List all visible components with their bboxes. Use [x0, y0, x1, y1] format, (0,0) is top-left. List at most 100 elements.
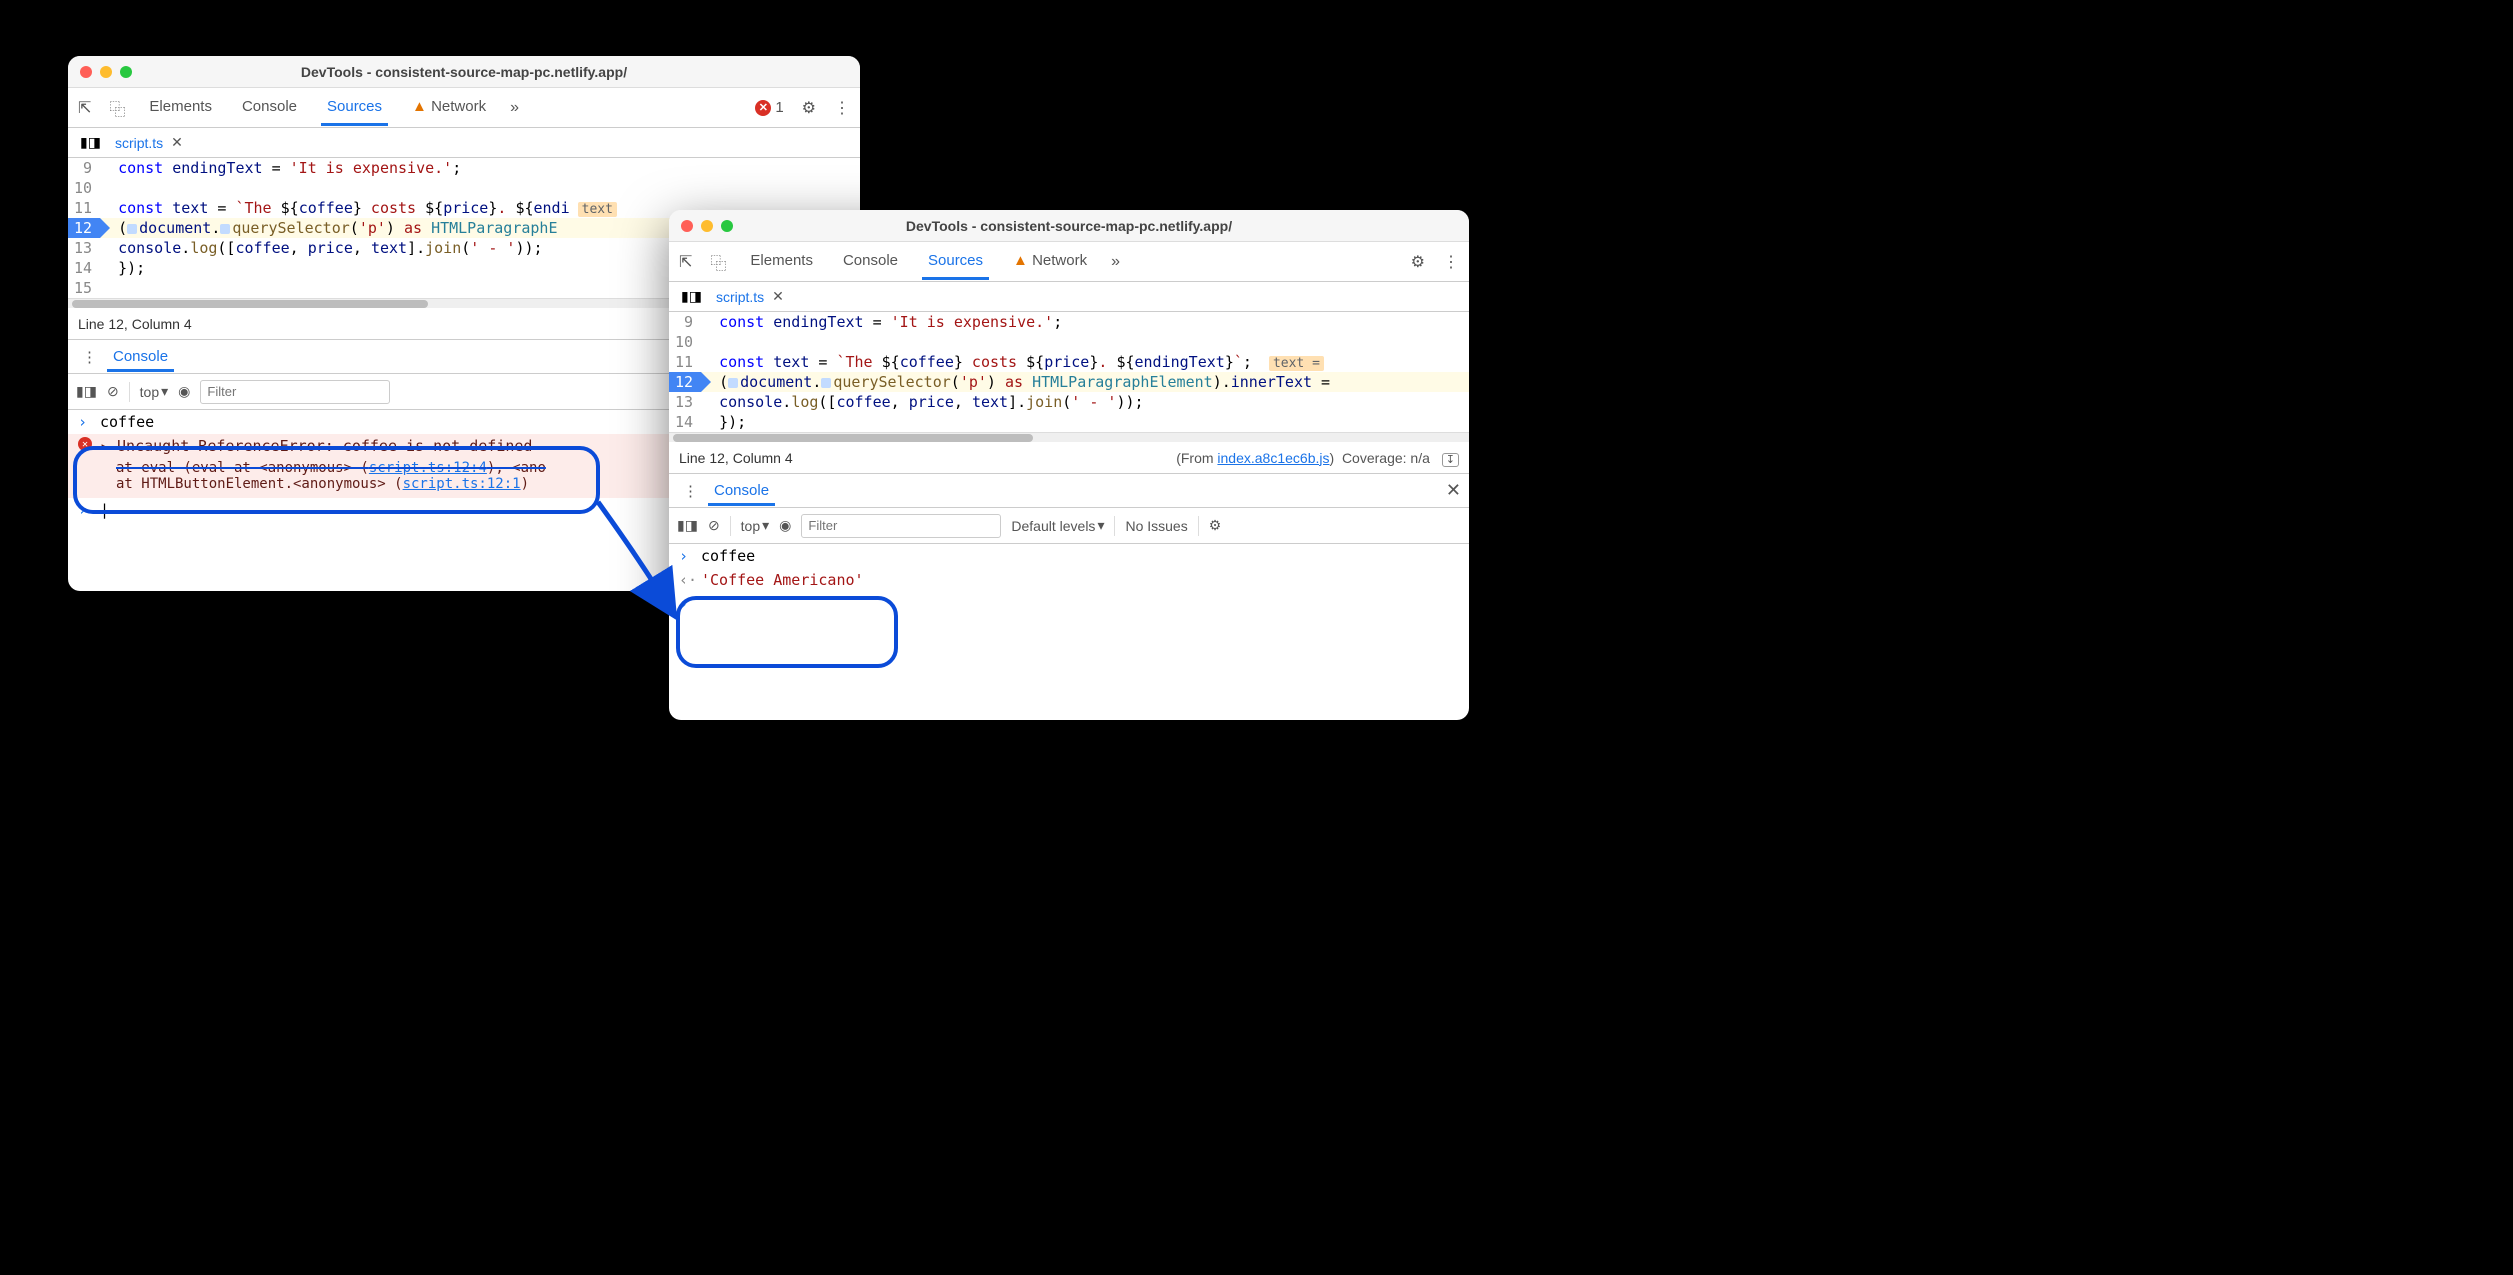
console-input-line[interactable]: › coffee	[669, 544, 1469, 568]
log-levels-selector[interactable]: Default levels ▾	[1011, 517, 1104, 534]
close-drawer-icon[interactable]: ✕	[1446, 480, 1461, 501]
window-title: DevTools - consistent-source-map-pc.netl…	[68, 64, 860, 80]
sourcemap-icon[interactable]: ↧	[1442, 453, 1459, 467]
warning-icon: ▲	[1013, 252, 1028, 269]
file-tab-bar: ▮◨ script.ts ✕	[669, 282, 1469, 312]
sidebar-toggle-icon[interactable]: ▮◨	[677, 517, 698, 534]
device-toggle-icon[interactable]: ⿻	[710, 250, 726, 274]
kebab-menu-icon[interactable]: ⋮	[1443, 252, 1459, 272]
close-tab-icon[interactable]: ✕	[171, 134, 183, 151]
inspect-icon[interactable]: ⇱	[679, 252, 692, 272]
settings-icon[interactable]: ⚙	[802, 98, 816, 118]
tab-elements[interactable]: Elements	[143, 90, 218, 126]
device-toggle-icon[interactable]: ⿻	[109, 96, 125, 120]
editor-status-bar: Line 12, Column 4 (From index.a8c1ec6b.j…	[669, 442, 1469, 474]
tab-sources[interactable]: Sources	[922, 244, 989, 280]
live-expression-icon[interactable]: ◉	[779, 517, 791, 534]
devtools-toolbar: ⇱ ⿻ Elements Console Sources ▲ Network »…	[669, 242, 1469, 282]
scrollbar-thumb[interactable]	[72, 300, 428, 308]
expand-icon[interactable]: ▸	[100, 437, 109, 455]
console-output-line: ‹· 'Coffee Americano'	[669, 568, 1469, 592]
prompt-icon: ›	[679, 595, 693, 613]
sidebar-toggle-icon[interactable]: ▮◨	[76, 383, 97, 400]
property-marker-icon	[220, 224, 230, 234]
line-gutter: 9 10 11 12 13 14 15	[68, 158, 100, 298]
titlebar[interactable]: DevTools - consistent-source-map-pc.netl…	[68, 56, 860, 88]
line-number: 10	[74, 178, 92, 198]
file-tab-label: script.ts	[716, 289, 764, 305]
navigator-toggle-icon[interactable]: ▮◨	[675, 288, 708, 305]
settings-icon[interactable]: ⚙	[1411, 252, 1425, 272]
console-input-text: coffee	[701, 547, 755, 565]
file-tab-script[interactable]: script.ts ✕	[708, 284, 792, 309]
sourcemap-origin: (From index.a8c1ec6b.js) Coverage: n/a ↧	[1176, 450, 1459, 466]
line-number: 9	[675, 312, 693, 332]
scrollbar-thumb[interactable]	[673, 434, 1033, 442]
titlebar[interactable]: DevTools - consistent-source-map-pc.netl…	[669, 210, 1469, 242]
coverage-status: Coverage: n/a	[1342, 450, 1430, 466]
context-selector[interactable]: top ▾	[741, 517, 770, 534]
console-input-text: coffee	[100, 413, 154, 431]
tab-console[interactable]: Console	[236, 90, 303, 126]
line-number: 11	[675, 352, 693, 372]
drawer-tab-console[interactable]: Console	[708, 476, 775, 506]
drawer-menu-icon[interactable]: ⋮	[76, 348, 103, 366]
console-prompt[interactable]: ›	[669, 592, 1469, 616]
code-line: const endingText = 'It is expensive.';	[100, 158, 860, 178]
code-line: const endingText = 'It is expensive.';	[701, 312, 1469, 332]
clear-console-icon[interactable]: ⊘	[708, 517, 720, 534]
devtools-window-after: DevTools - consistent-source-map-pc.netl…	[669, 210, 1469, 720]
tab-network[interactable]: ▲ Network	[406, 90, 492, 126]
inline-value-overlay: text	[578, 202, 617, 217]
context-selector[interactable]: top ▾	[140, 383, 169, 400]
sourcemap-link[interactable]: index.a8c1ec6b.js	[1217, 450, 1329, 466]
error-badge[interactable]: ✕ 1	[755, 99, 783, 116]
cursor-position: Line 12, Column 4	[78, 316, 192, 332]
property-marker-icon	[127, 224, 137, 234]
tab-network[interactable]: ▲ Network	[1007, 244, 1093, 280]
line-number: 11	[74, 198, 92, 218]
drawer-header: ⋮ Console ✕	[669, 474, 1469, 508]
code-line: console.log([coffee, price, text].join('…	[701, 392, 1469, 412]
drawer-tab-console[interactable]: Console	[107, 342, 174, 372]
line-number: 10	[675, 332, 693, 352]
line-number: 15	[74, 278, 92, 298]
file-tab-label: script.ts	[115, 135, 163, 151]
kebab-menu-icon[interactable]: ⋮	[834, 98, 850, 118]
issues-status[interactable]: No Issues	[1125, 518, 1187, 534]
line-gutter: 9 10 11 12 13 14	[669, 312, 701, 432]
code-line	[701, 332, 1469, 352]
stack-link[interactable]: script.ts:12:4	[369, 460, 487, 476]
error-icon: ✕	[755, 100, 771, 116]
prompt-icon: ›	[78, 413, 92, 431]
warning-icon: ▲	[412, 98, 427, 115]
console-filter-input[interactable]	[200, 380, 390, 404]
navigator-toggle-icon[interactable]: ▮◨	[74, 134, 107, 151]
line-number: 13	[675, 392, 693, 412]
file-tab-bar: ▮◨ script.ts ✕	[68, 128, 860, 158]
chevron-down-icon: ▾	[161, 383, 168, 400]
execution-line-marker: 12	[669, 372, 701, 392]
code-column: const endingText = 'It is expensive.'; c…	[701, 312, 1469, 432]
file-tab-script[interactable]: script.ts ✕	[107, 130, 191, 155]
drawer-menu-icon[interactable]: ⋮	[677, 482, 704, 500]
live-expression-icon[interactable]: ◉	[178, 383, 190, 400]
prompt-icon: ›	[679, 547, 693, 565]
line-number: 9	[74, 158, 92, 178]
console-toolbar: ▮◨ ⊘ top ▾ ◉ Default levels ▾ No Issues …	[669, 508, 1469, 544]
code-editor[interactable]: 9 10 11 12 13 14 const endingText = 'It …	[669, 312, 1469, 432]
stack-link[interactable]: script.ts:12:1	[403, 476, 521, 492]
console-filter-input[interactable]	[801, 514, 1001, 538]
tab-sources[interactable]: Sources	[321, 90, 388, 126]
tab-console[interactable]: Console	[837, 244, 904, 280]
console-output-text: 'Coffee Americano'	[701, 571, 864, 589]
tab-elements[interactable]: Elements	[744, 244, 819, 280]
inspect-icon[interactable]: ⇱	[78, 98, 91, 118]
console-settings-icon[interactable]: ⚙	[1209, 517, 1222, 534]
output-icon: ‹·	[679, 571, 693, 589]
more-tabs-icon[interactable]: »	[1111, 253, 1120, 271]
horizontal-scrollbar[interactable]	[669, 432, 1469, 442]
close-tab-icon[interactable]: ✕	[772, 288, 784, 305]
clear-console-icon[interactable]: ⊘	[107, 383, 119, 400]
more-tabs-icon[interactable]: »	[510, 99, 519, 117]
